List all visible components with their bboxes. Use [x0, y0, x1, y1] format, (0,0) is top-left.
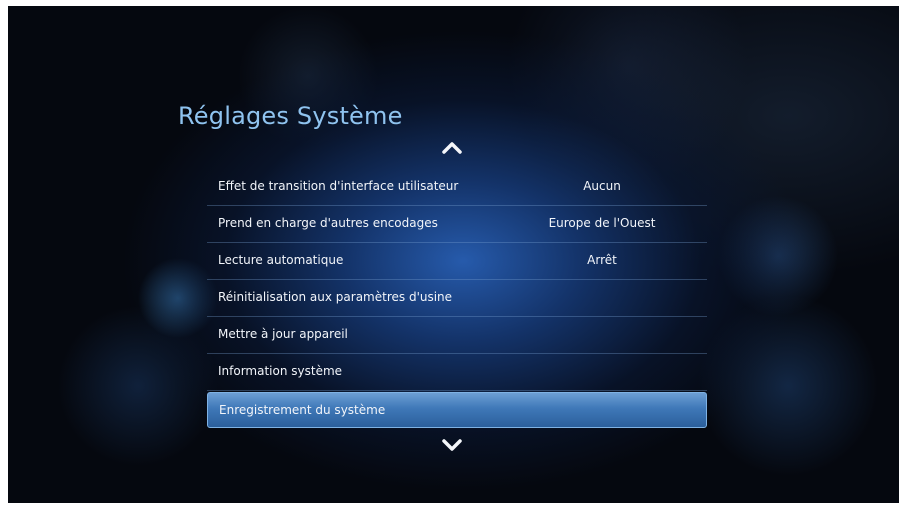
menu-item-value: Aucun — [583, 179, 621, 193]
menu-item-autoplay[interactable]: Lecture automatique Arrêt — [207, 243, 707, 280]
chevron-up-icon[interactable] — [440, 138, 464, 156]
menu-item-label: Lecture automatique — [218, 253, 344, 267]
menu-item-label: Réinitialisation aux paramètres d'usine — [218, 290, 453, 304]
menu-item-other-encodings[interactable]: Prend en charge d'autres encodages Europ… — [207, 206, 707, 243]
menu-item-label: Mettre à jour appareil — [218, 327, 348, 341]
settings-screen: Réglages Système Effet de transition d'i… — [8, 6, 899, 503]
menu-item-system-registration[interactable]: Enregistrement du système — [207, 392, 707, 428]
menu-item-label: Effet de transition d'interface utilisat… — [218, 179, 459, 193]
settings-menu: Effet de transition d'interface utilisat… — [207, 169, 707, 428]
menu-item-factory-reset[interactable]: Réinitialisation aux paramètres d'usine — [207, 280, 707, 317]
menu-item-label: Information système — [218, 364, 343, 378]
page-title: Réglages Système — [178, 102, 403, 130]
menu-item-label: Prend en charge d'autres encodages — [218, 216, 438, 230]
menu-item-value: Europe de l'Ouest — [548, 216, 656, 230]
menu-item-label: Enregistrement du système — [219, 403, 386, 417]
menu-item-value: Arrêt — [587, 253, 617, 267]
menu-item-system-information[interactable]: Information système — [207, 354, 707, 391]
tv-frame: Réglages Système Effet de transition d'i… — [0, 0, 906, 509]
menu-item-ui-transition-effect[interactable]: Effet de transition d'interface utilisat… — [207, 169, 707, 206]
chevron-down-icon[interactable] — [440, 436, 464, 454]
menu-item-update-device[interactable]: Mettre à jour appareil — [207, 317, 707, 354]
